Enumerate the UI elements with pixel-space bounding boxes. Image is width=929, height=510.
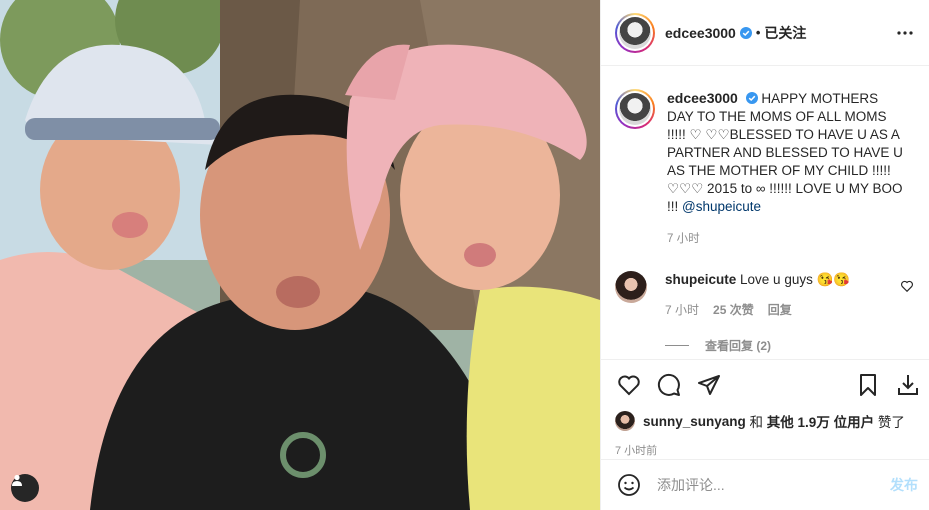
post-details-panel: edcee3000 • 已关注 edcee3000 HAPPY MOTHERS … <box>600 0 929 510</box>
download-icon <box>898 375 918 395</box>
emoji-picker-button[interactable] <box>615 471 643 499</box>
verified-badge-icon <box>745 92 758 104</box>
person-tag-icon <box>12 474 22 486</box>
caption-author-avatar[interactable] <box>615 89 655 129</box>
paper-plane-icon <box>698 375 720 395</box>
comment-input[interactable] <box>657 477 890 493</box>
likes-summary: sunny_sunyang 和 其他 1.9万 位用户 赞了 <box>601 410 929 432</box>
save-button[interactable] <box>854 371 882 399</box>
caption: edcee3000 HAPPY MOTHERS DAY TO THE MOMS … <box>615 89 914 248</box>
more-horizontal-icon <box>897 30 913 35</box>
author-avatar[interactable] <box>615 12 655 53</box>
post-timestamp[interactable]: 7 小时前 <box>601 442 929 458</box>
following-button[interactable]: 已关注 <box>764 23 806 43</box>
post-photo[interactable] <box>0 0 600 510</box>
likes-others-link[interactable]: 其他 1.9万 位用户 <box>767 411 874 431</box>
post-header: edcee3000 • 已关注 <box>601 0 929 66</box>
comment-likes-count[interactable]: 25 次赞 <box>713 301 754 319</box>
caption-timestamp[interactable]: 7 小时 <box>667 230 905 248</box>
more-options-button[interactable] <box>893 21 917 45</box>
view-replies-button[interactable]: 查看回复 (2) <box>665 337 914 354</box>
caption-mention-link[interactable]: @shupeicute <box>682 199 761 214</box>
caption-body: edcee3000 HAPPY MOTHERS DAY TO THE MOMS … <box>667 89 905 248</box>
author-username[interactable]: edcee3000 <box>665 25 736 41</box>
tag-people-button[interactable] <box>11 474 39 502</box>
verified-badge-icon <box>739 26 752 39</box>
liker-avatar[interactable] <box>615 411 635 431</box>
heart-icon <box>618 375 640 396</box>
share-button[interactable] <box>695 371 723 399</box>
comment-button[interactable] <box>655 371 683 399</box>
add-comment-bar: 发布 <box>601 459 929 510</box>
download-button[interactable] <box>894 371 922 399</box>
commenter-username[interactable]: shupeicute <box>665 272 736 287</box>
photo-illustration <box>0 0 600 510</box>
comment-timestamp[interactable]: 7 小时 <box>665 301 699 319</box>
post-actions: sunny_sunyang 和 其他 1.9万 位用户 赞了 7 小时前 <box>601 359 929 458</box>
comment-icon <box>657 373 680 396</box>
commenter-avatar[interactable] <box>615 271 647 303</box>
smiley-icon <box>618 474 640 496</box>
caption-username[interactable]: edcee3000 <box>667 90 738 106</box>
comments-section: edcee3000 HAPPY MOTHERS DAY TO THE MOMS … <box>601 67 929 359</box>
bookmark-icon <box>860 374 876 396</box>
comment-text: Love u guys 😘😘 <box>740 272 851 287</box>
comment-item: shupeicute Love u guys 😘😘 7 小时 25 次赞 回复 <box>615 271 914 319</box>
post-comment-button[interactable]: 发布 <box>890 475 918 495</box>
reply-button[interactable]: 回复 <box>768 301 792 319</box>
first-liker-username[interactable]: sunny_sunyang <box>643 414 746 429</box>
header-separator: • <box>755 25 761 40</box>
caption-text: HAPPY MOTHERS DAY TO THE MOMS OF ALL MOM… <box>667 91 903 214</box>
comment-like-heart-icon[interactable] <box>900 279 914 293</box>
likes-connector: 和 <box>745 415 767 430</box>
like-button[interactable] <box>615 371 643 399</box>
likes-suffix: 赞了 <box>874 415 905 430</box>
